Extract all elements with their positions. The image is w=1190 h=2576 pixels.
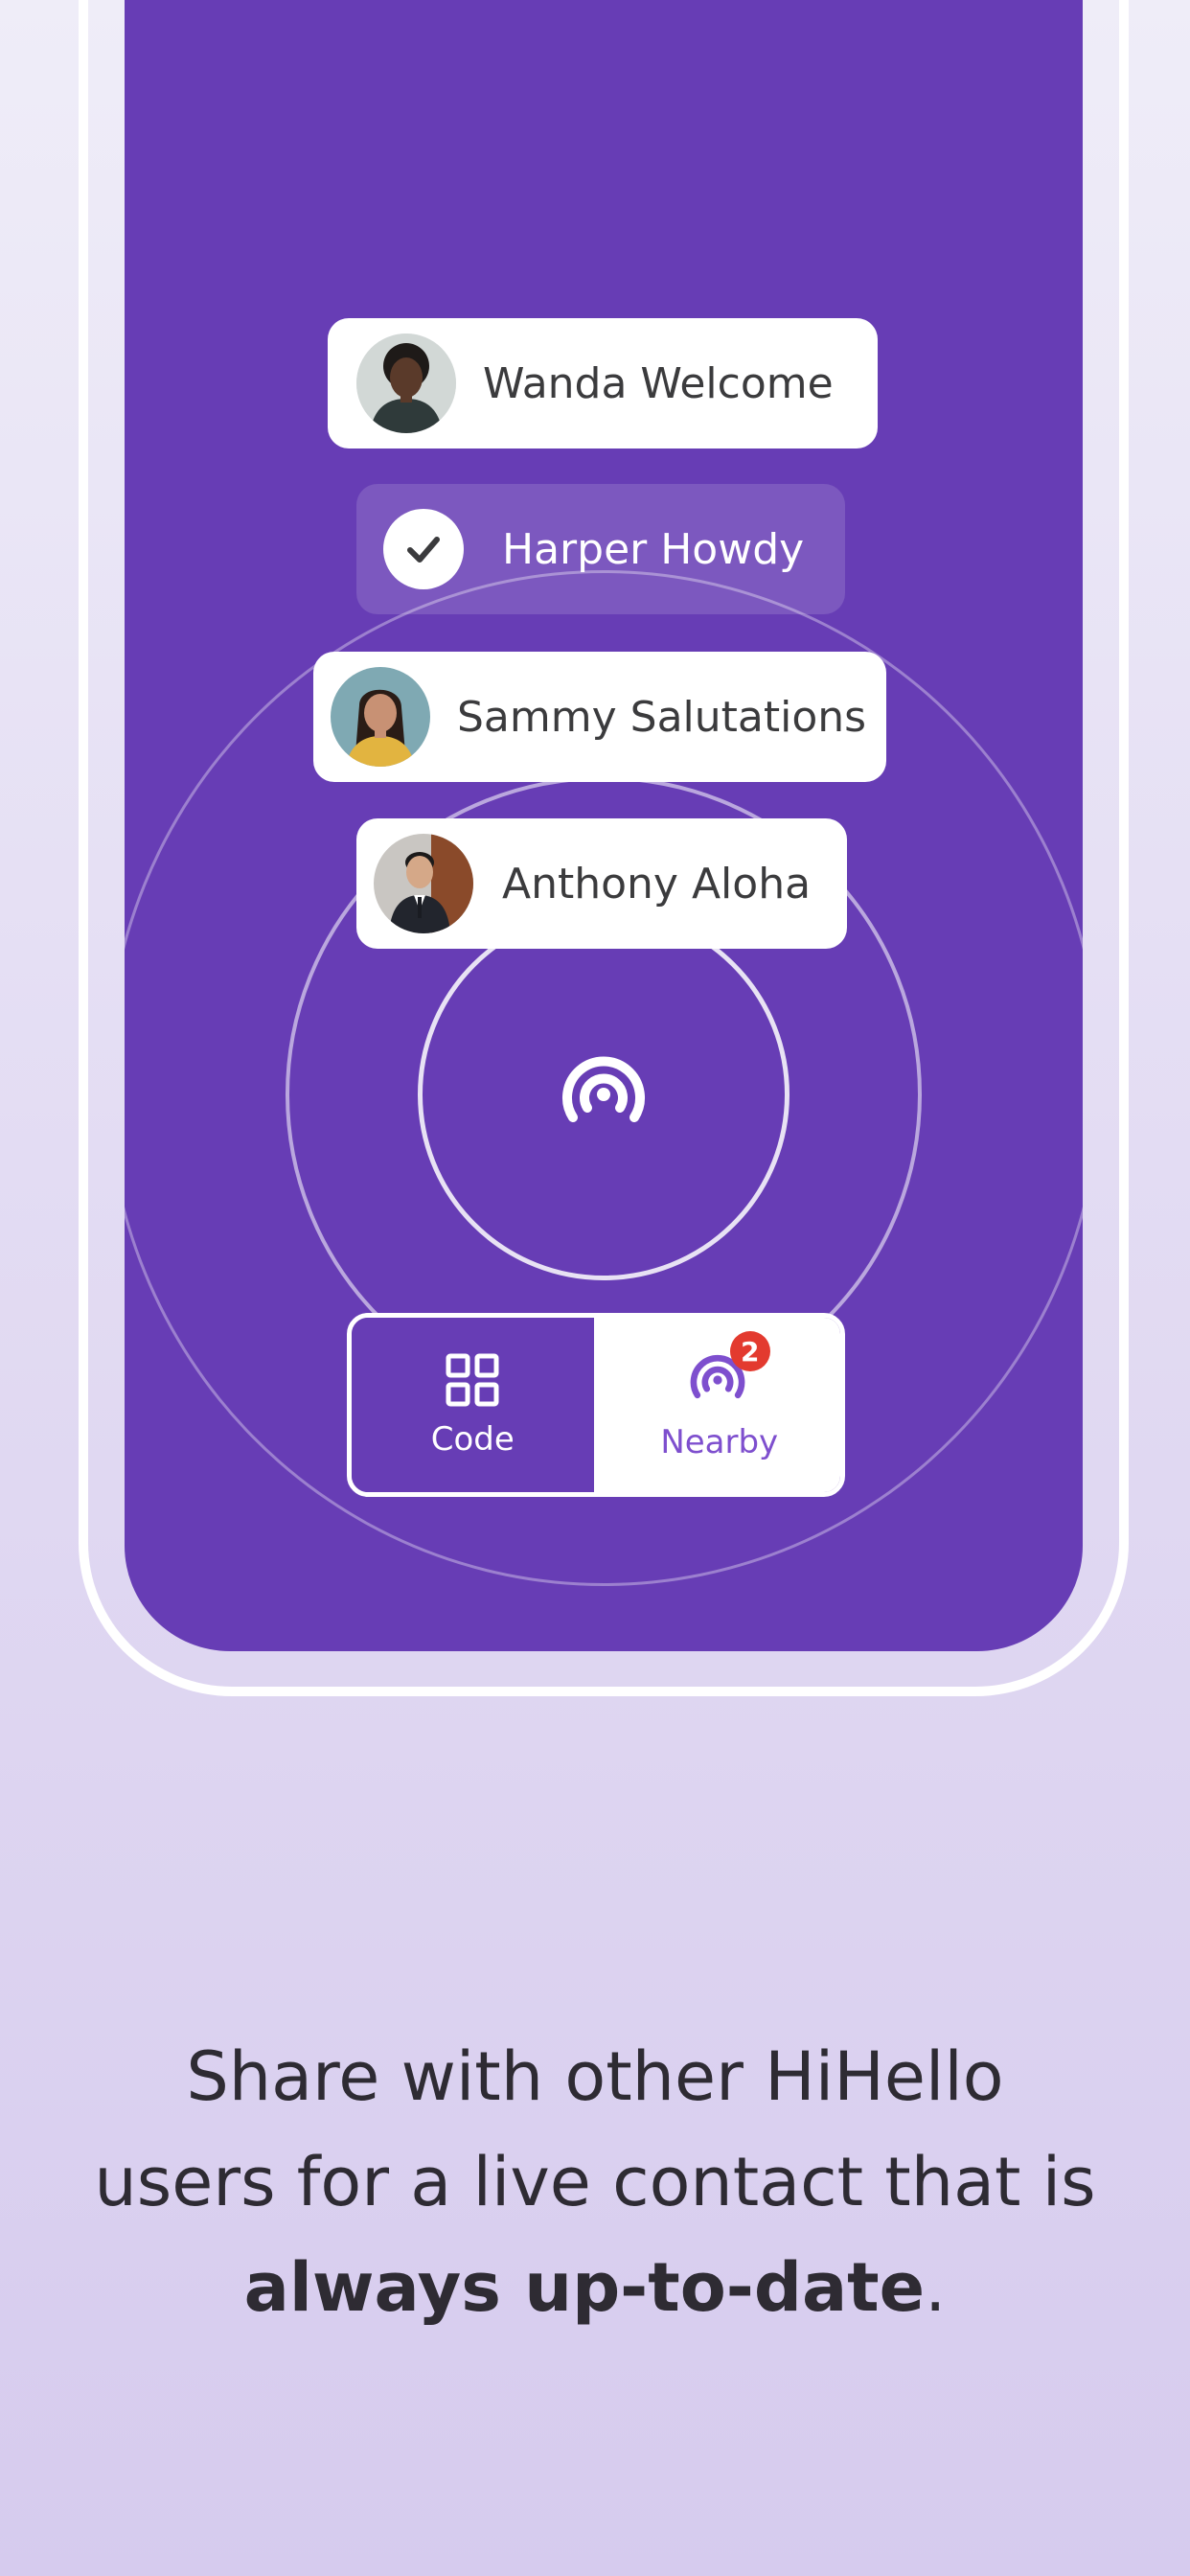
contact-card-harper-howdy[interactable]: Harper Howdy [356,484,845,614]
caption-end: . [925,2248,947,2327]
avatar [374,834,473,933]
avatar [331,667,430,767]
contact-name: Wanda Welcome [483,358,834,408]
contact-card-wanda-welcome[interactable]: Wanda Welcome [328,318,878,448]
notification-badge: 2 [729,1331,770,1371]
nearby-broadcast-icon [562,1056,645,1122]
caption-line-1: Share with other HiHello [186,2037,1004,2116]
caption-bold-phrase: always up-to-date [243,2248,926,2327]
contact-card-anthony-aloha[interactable]: Anthony Aloha [356,818,847,949]
share-mode-toggle: Code 2 Nearby [347,1313,845,1497]
contact-name: Anthony Aloha [502,859,812,908]
contact-card-sammy-salutations[interactable]: Sammy Salutations [313,652,886,782]
code-tab-label: Code [430,1420,515,1459]
caption-line-2: users for a live contact that is [94,2143,1096,2221]
avatar [356,334,456,433]
contact-name: Sammy Salutations [457,692,867,742]
phone-screen: Wanda Welcome Harper Howdy Sammy Salutat… [125,0,1083,1651]
contact-name: Harper Howdy [502,524,805,574]
check-icon [383,509,464,589]
qr-code-icon [446,1353,499,1407]
marketing-caption: Share with other HiHello users for a liv… [57,2024,1133,2340]
code-tab[interactable]: Code [352,1318,599,1492]
nearby-tab[interactable]: 2 Nearby [598,1318,840,1492]
nearby-tab-label: Nearby [660,1423,779,1461]
